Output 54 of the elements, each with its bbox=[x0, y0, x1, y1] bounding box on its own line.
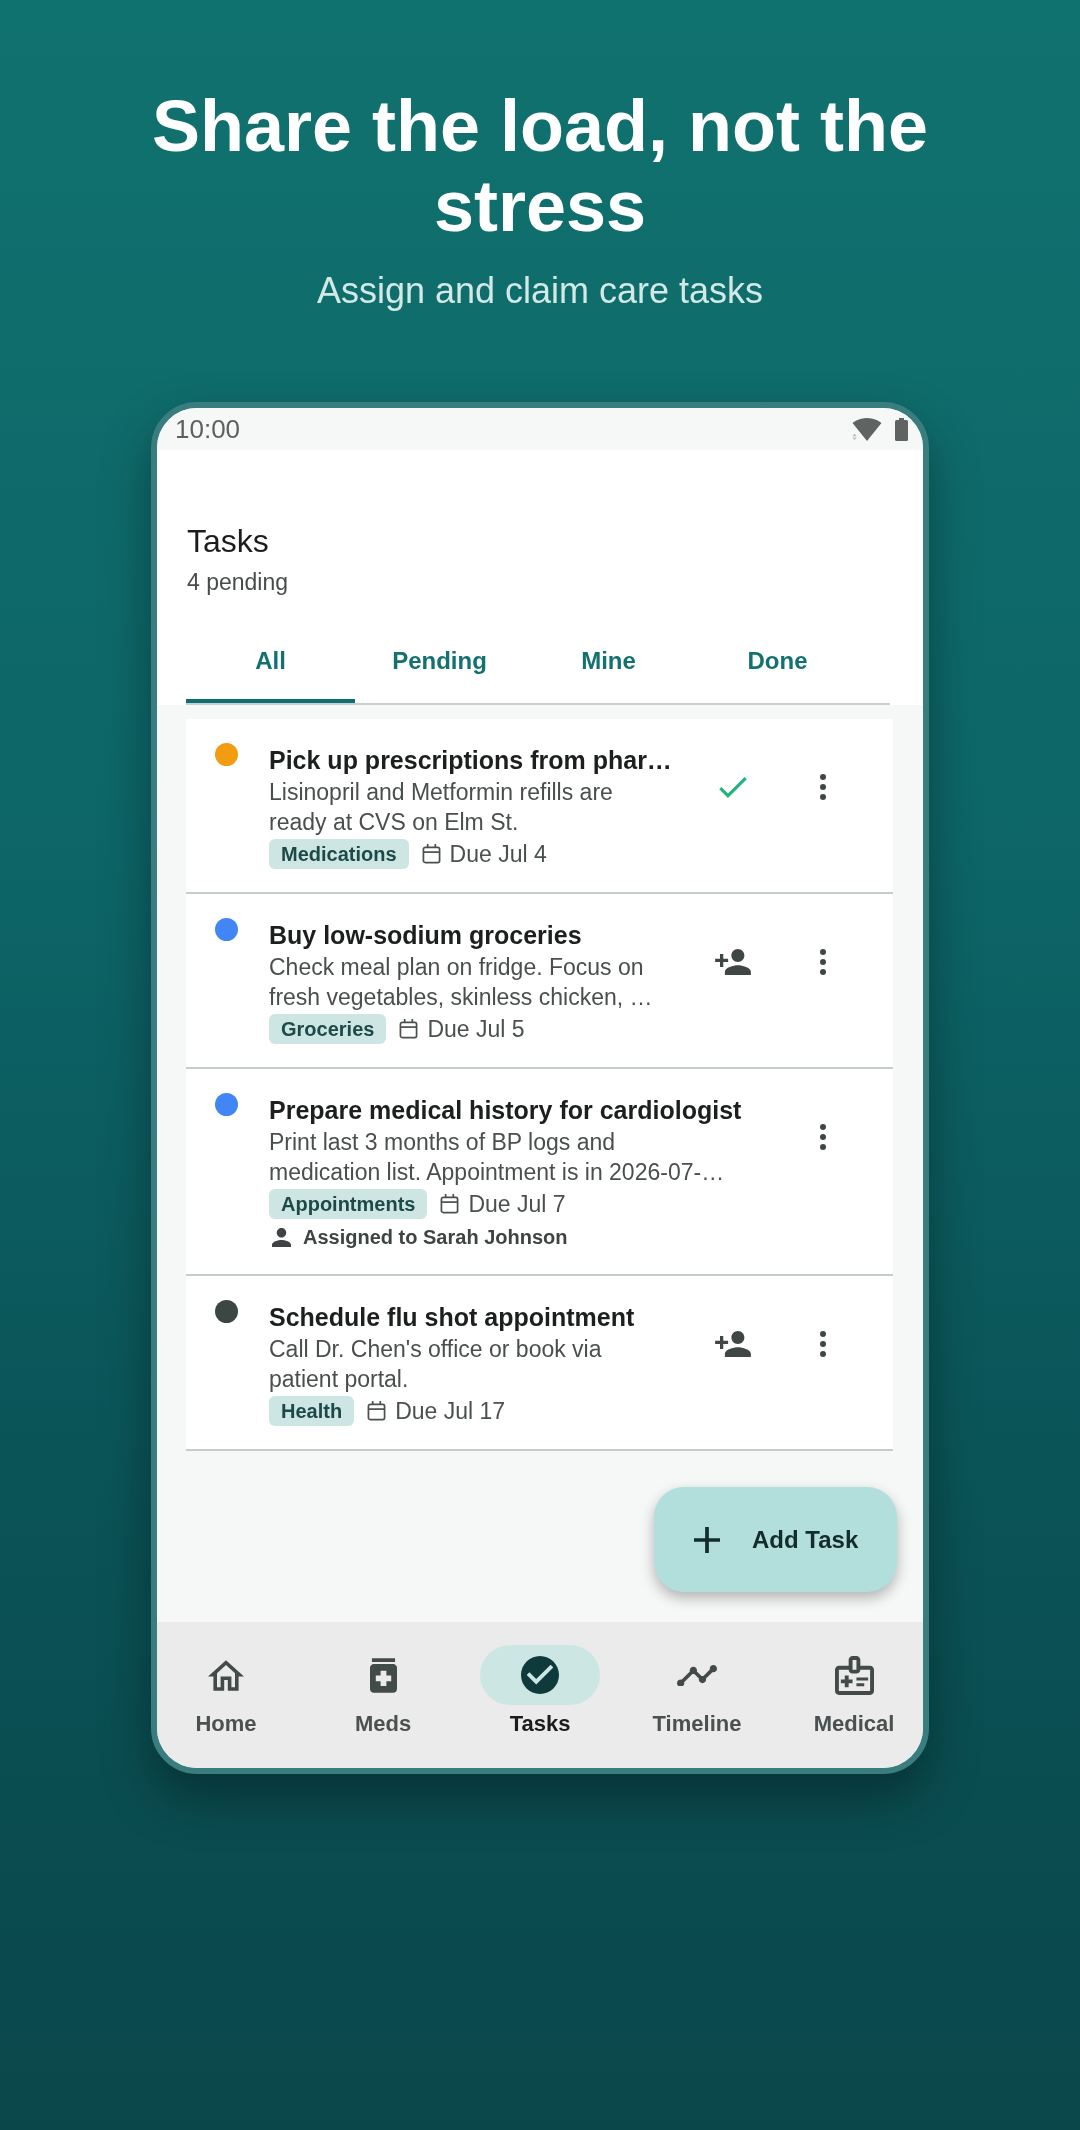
tab[interactable]: Pending bbox=[355, 619, 524, 703]
tab[interactable]: Done bbox=[693, 619, 862, 703]
task-card[interactable]: Schedule flu shot appointment Call Dr. Chen's office or book via patient portal. Health Due Jul 17 bbox=[186, 1276, 893, 1451]
task-title: Schedule flu shot appointment bbox=[269, 1302, 635, 1333]
task-description: Lisinopril and Metformin refills are ready at CVS on Elm St. bbox=[269, 778, 614, 837]
more-icon[interactable] bbox=[820, 1331, 826, 1357]
add-task-button[interactable]: Add Task bbox=[654, 1487, 897, 1592]
status-time: 10:00 bbox=[175, 414, 241, 444]
calendar-icon bbox=[421, 844, 441, 864]
headline: Share the load, not the stress bbox=[150, 86, 930, 246]
task-title: Prepare medical history for cardiologist bbox=[269, 1095, 742, 1126]
nav-tab[interactable]: Medical bbox=[785, 1645, 923, 1737]
screen-title: Tasks bbox=[187, 522, 269, 561]
due-date: Due Jul 5 bbox=[427, 1015, 525, 1044]
category-tag: Groceries bbox=[269, 1014, 387, 1044]
category-tag: Health bbox=[269, 1396, 355, 1426]
battery-icon bbox=[895, 417, 908, 441]
pending-count: 4 pending bbox=[187, 568, 289, 597]
nav-tab[interactable]: Timeline bbox=[628, 1645, 766, 1737]
more-icon[interactable] bbox=[820, 949, 826, 975]
medicine-bottle-icon bbox=[369, 1657, 397, 1693]
due-date: Due Jul 17 bbox=[395, 1397, 506, 1426]
category-tag: Appointments bbox=[269, 1189, 428, 1219]
task-card[interactable]: Buy low-sodium groceries Check meal plan on fridge. Focus on fresh vegetables, skinless chicken, … Groceries Due Jul 5 bbox=[186, 894, 893, 1069]
person-icon bbox=[272, 1227, 291, 1247]
add-person-icon[interactable] bbox=[715, 1331, 751, 1357]
more-icon[interactable] bbox=[820, 1124, 826, 1150]
calendar-icon bbox=[367, 1401, 387, 1421]
task-card[interactable]: Prepare medical history for cardiologist Print last 3 months of BP logs and medication list. Appointment is in 2026-07-… Appointments Due Jul 7 Assigned to Sarah Johnson bbox=[186, 1069, 893, 1276]
category-tag: Medications bbox=[269, 839, 409, 869]
nav-tab[interactable]: Meds bbox=[314, 1645, 452, 1737]
nav-tab[interactable]: Home bbox=[157, 1645, 295, 1737]
add-person-icon[interactable] bbox=[715, 949, 751, 975]
line-chart-icon bbox=[677, 1664, 717, 1686]
calendar-icon bbox=[399, 1019, 419, 1039]
wifi-icon bbox=[850, 417, 884, 441]
task-title: Pick up prescriptions from phar… bbox=[269, 745, 672, 776]
plus-icon bbox=[694, 1526, 720, 1553]
due-date: Due Jul 4 bbox=[449, 840, 547, 869]
check-icon[interactable] bbox=[719, 776, 747, 798]
task-description: Check meal plan on fridge. Focus on fresh vegetables, skinless chicken, … bbox=[269, 953, 654, 1012]
medical-id-icon bbox=[834, 1655, 874, 1695]
assignee-label: Assigned to Sarah Johnson bbox=[303, 1225, 568, 1250]
tab[interactable]: All bbox=[186, 619, 355, 703]
tagline: Assign and claim care tasks bbox=[316, 269, 764, 313]
tab[interactable]: Mine bbox=[524, 619, 693, 703]
task-title: Buy low-sodium groceries bbox=[269, 920, 582, 951]
task-card[interactable]: Pick up prescriptions from phar… Lisinopril and Metformin refills are ready at CVS on Elm St. Medications Due Jul 4 bbox=[186, 719, 893, 894]
calendar-icon bbox=[440, 1194, 460, 1214]
task-description: Print last 3 months of BP logs and medication list. Appointment is in 2026-07-… bbox=[269, 1128, 726, 1187]
more-icon[interactable] bbox=[820, 774, 826, 800]
home-icon bbox=[208, 1659, 244, 1691]
task-description: Call Dr. Chen's office or book via patient portal. bbox=[269, 1335, 603, 1394]
due-date: Due Jul 7 bbox=[468, 1190, 566, 1219]
